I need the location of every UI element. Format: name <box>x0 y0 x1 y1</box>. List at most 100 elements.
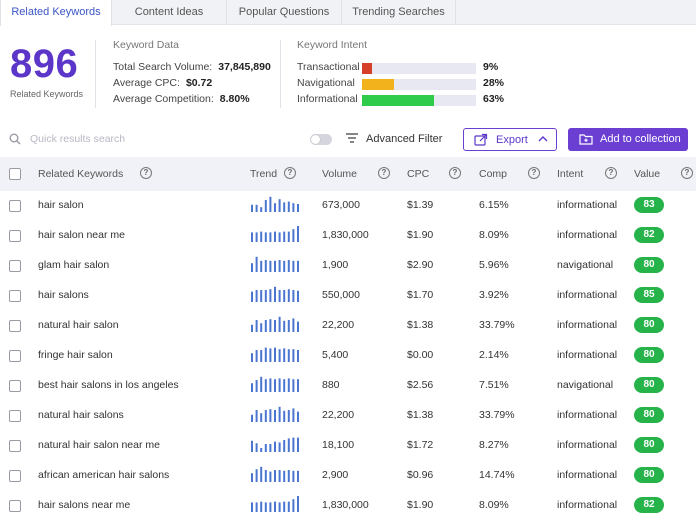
table-row[interactable]: fringe hair salon 5,400 $0.00 2.14% informat… <box>0 341 696 371</box>
trend-bar <box>264 260 267 272</box>
column-header-comp[interactable]: Comp <box>479 168 507 180</box>
trend-bar <box>260 413 263 422</box>
tab-trending-searches[interactable]: Trending Searches <box>342 0 456 25</box>
help-icon[interactable]: ? <box>378 167 390 179</box>
total-search-volume-label: Total Search Volume: <box>113 61 213 73</box>
value-badge: 82 <box>634 497 664 513</box>
trend-bar <box>297 321 299 332</box>
advanced-filter-label[interactable]: Advanced Filter <box>366 133 442 145</box>
keyword-cell[interactable]: hair salons near me <box>38 499 130 511</box>
trend-bar <box>287 231 290 242</box>
help-icon[interactable]: ? <box>449 167 461 179</box>
row-checkbox[interactable] <box>9 320 21 332</box>
table-row[interactable]: hair salons 550,000 $1.70 3.92% informationa… <box>0 281 696 311</box>
table-row[interactable]: hair salon 673,000 $1.39 6.15% informational… <box>0 191 696 221</box>
quick-results-search-input[interactable] <box>30 131 270 147</box>
comp-cell: 33.79% <box>479 409 515 421</box>
tab-related-keywords[interactable]: Related Keywords <box>0 0 112 26</box>
trend-bar <box>260 207 263 212</box>
trend-bar <box>269 196 272 212</box>
export-button[interactable]: Export <box>463 128 557 151</box>
tab-popular-questions[interactable]: Popular Questions <box>227 0 342 25</box>
add-to-collection-label: Add to collection <box>600 133 681 145</box>
table-row[interactable]: african american hair salons 2,900 $0.96 14… <box>0 461 696 491</box>
cpc-cell: $1.38 <box>407 319 434 331</box>
help-icon[interactable]: ? <box>140 167 152 179</box>
cpc-cell: $0.00 <box>407 349 434 361</box>
row-checkbox[interactable] <box>9 380 21 392</box>
row-checkbox[interactable] <box>9 350 21 362</box>
intent-cell: informational <box>557 319 618 331</box>
column-header-intent[interactable]: Intent <box>557 168 583 180</box>
keyword-cell[interactable]: african american hair salons <box>38 469 169 481</box>
table-row[interactable]: hair salon near me 1,830,000 $1.90 8.09% inf… <box>0 221 696 251</box>
trend-sparkline <box>251 286 299 302</box>
keyword-cell[interactable]: best hair salons in los angeles <box>38 379 179 391</box>
keyword-cell[interactable]: fringe hair salon <box>38 349 113 361</box>
help-icon[interactable]: ? <box>528 167 540 179</box>
trend-bar <box>287 320 290 332</box>
intent-bar-track <box>362 79 476 90</box>
trend-bar <box>297 379 299 392</box>
value-badge: 80 <box>634 467 664 483</box>
row-checkbox[interactable] <box>9 410 21 422</box>
trend-bar <box>264 502 267 512</box>
total-search-volume-value: 37,845,890 <box>218 61 271 73</box>
row-checkbox[interactable] <box>9 230 21 242</box>
tab-bar: Related Keywords Content Ideas Popular Q… <box>0 0 696 26</box>
column-header-keyword[interactable]: Related Keywords <box>38 168 123 180</box>
trend-bar <box>255 380 258 392</box>
column-header-value[interactable]: Value <box>634 168 660 180</box>
export-label: Export <box>496 134 528 146</box>
trend-sparkline <box>251 196 299 212</box>
cpc-cell: $1.38 <box>407 409 434 421</box>
trend-bar <box>287 378 290 392</box>
keyword-cell[interactable]: hair salons <box>38 289 89 301</box>
volume-cell: 880 <box>322 379 340 391</box>
keyword-cell[interactable]: glam hair salon <box>38 259 109 271</box>
row-checkbox[interactable] <box>9 500 21 512</box>
advanced-filter-toggle[interactable] <box>310 134 332 145</box>
column-header-trend[interactable]: Trend <box>250 168 277 180</box>
help-icon[interactable]: ? <box>284 167 296 179</box>
value-badge: 82 <box>634 227 664 243</box>
trend-bar <box>260 231 263 242</box>
table-row[interactable]: best hair salons in los angeles 880 $2.56 7… <box>0 371 696 401</box>
trend-bar <box>269 444 272 452</box>
keyword-cell[interactable]: natural hair salons <box>38 409 124 421</box>
toggle-knob <box>311 135 320 144</box>
table-row[interactable]: glam hair salon 1,900 $2.90 5.96% navigation… <box>0 251 696 281</box>
volume-cell: 550,000 <box>322 289 360 301</box>
intent-cell: informational <box>557 439 618 451</box>
trend-bar <box>251 502 253 512</box>
add-to-collection-button[interactable]: Add to collection <box>568 128 688 151</box>
table-row[interactable]: natural hair salons 22,200 $1.38 33.79% info… <box>0 401 696 431</box>
row-checkbox[interactable] <box>9 260 21 272</box>
keyword-cell[interactable]: natural hair salon <box>38 319 119 331</box>
tab-content-ideas[interactable]: Content Ideas <box>112 0 227 25</box>
trend-bar <box>274 347 276 362</box>
table-row[interactable]: hair salons near me 1,830,000 $1.90 8.09% in… <box>0 491 696 521</box>
select-all-checkbox[interactable] <box>9 168 21 180</box>
keyword-cell[interactable]: hair salon near me <box>38 229 125 241</box>
keyword-cell[interactable]: hair salon <box>38 199 84 211</box>
average-cpc: Average CPC: $0.72 <box>113 77 212 89</box>
trend-bar <box>283 231 286 242</box>
trend-bar <box>287 470 290 482</box>
help-icon[interactable]: ? <box>605 167 617 179</box>
table-row[interactable]: natural hair salon near me 18,100 $1.72 8.2… <box>0 431 696 461</box>
comp-cell: 6.15% <box>479 199 509 211</box>
row-checkbox[interactable] <box>9 200 21 212</box>
help-icon[interactable]: ? <box>681 167 693 179</box>
column-header-cpc[interactable]: CPC <box>407 168 429 180</box>
row-checkbox[interactable] <box>9 290 21 302</box>
trend-bar <box>269 289 272 302</box>
trend-bar <box>255 290 258 302</box>
table-row[interactable]: natural hair salon 22,200 $1.38 33.79% infor… <box>0 311 696 341</box>
row-checkbox[interactable] <box>9 440 21 452</box>
related-keywords-count: 896 <box>10 42 79 86</box>
row-checkbox[interactable] <box>9 470 21 482</box>
trend-bar <box>274 501 276 512</box>
keyword-cell[interactable]: natural hair salon near me <box>38 439 160 451</box>
column-header-volume[interactable]: Volume <box>322 168 357 180</box>
